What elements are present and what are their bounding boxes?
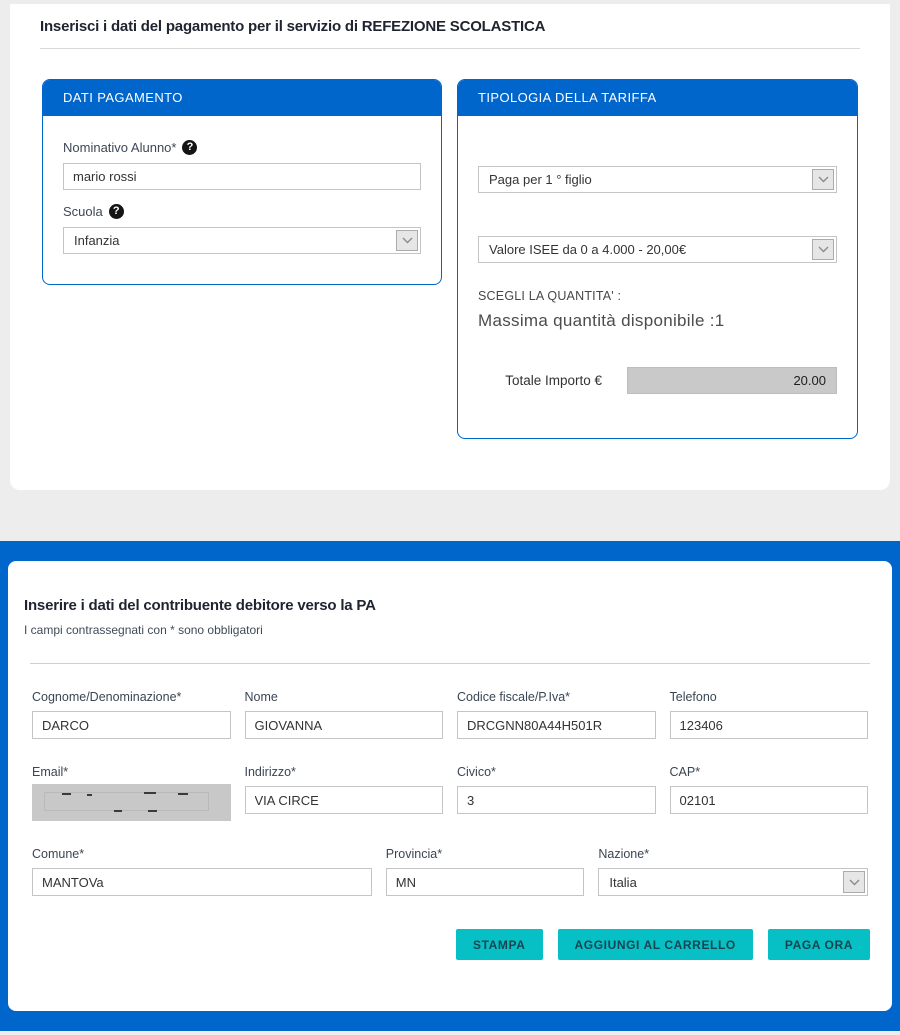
civic-field: Civico* [457,765,656,821]
comune-field: Comune* [32,847,372,896]
civic-input[interactable] [457,786,656,814]
payment-panel-body: Nominativo Alunno* ? Scuola ? Infanzia [43,116,441,284]
add-to-cart-button[interactable]: AGGIUNGI AL CARRELLO [558,929,753,960]
civic-label: Civico* [457,765,656,779]
school-label: Scuola [63,204,103,219]
phone-label: Telefono [670,690,869,704]
quantity-label: SCEGLI LA QUANTITA' : [478,289,837,303]
school-select-value: Infanzia [74,233,120,248]
phone-field: Telefono [670,690,869,739]
pay-now-button[interactable]: PAGA ORA [768,929,870,960]
name-label: Nome [245,690,444,704]
title-divider [40,48,860,49]
nazione-label: Nazione* [598,847,868,861]
surname-label: Cognome/Denominazione* [32,690,231,704]
provincia-label: Provincia* [386,847,585,861]
payment-card: Inserisci i dati del pagamento per il se… [10,4,890,490]
payment-panel-header: DATI PAGAMENTO [43,80,441,116]
comune-label: Comune* [32,847,372,861]
surname-field: Cognome/Denominazione* [32,690,231,739]
school-select[interactable]: Infanzia [63,227,421,254]
debtor-card: Inserire i dati del contribuente debitor… [8,561,892,1011]
email-field: Email* [32,765,231,821]
debtor-subtitle: I campi contrassegnati con * sono obblig… [24,623,876,637]
child-select[interactable]: Paga per 1 ° figlio [478,166,837,193]
total-label: Totale Importo € [505,373,602,388]
tariff-panel-header: TIPOLOGIA DELLA TARIFFA [458,80,857,116]
email-label: Email* [32,765,231,779]
address-input[interactable] [245,786,444,814]
tariff-panel: TIPOLOGIA DELLA TARIFFA Paga per 1 ° fig… [457,79,858,439]
school-label-row: Scuola ? [63,204,421,219]
surname-input[interactable] [32,711,231,739]
provincia-field: Provincia* [386,847,585,896]
debtor-section: Inserire i dati del contribuente debitor… [0,541,900,1031]
fiscal-code-field: Codice fiscale/P.Iva* [457,690,656,739]
provincia-input[interactable] [386,868,585,896]
page-title: Inserisci i dati del pagamento per il se… [40,18,860,35]
section-gap [0,490,900,541]
child-select-value: Paga per 1 ° figlio [489,172,592,187]
nazione-field: Nazione* Italia [598,847,868,896]
fiscal-code-label: Codice fiscale/P.Iva* [457,690,656,704]
actions-row: STAMPA AGGIUNGI AL CARRELLO PAGA ORA [24,929,876,960]
total-amount-field: 20.00 [627,367,837,394]
panels-row: DATI PAGAMENTO Nominativo Alunno* ? Scuo… [32,79,868,439]
student-name-label: Nominativo Alunno* [63,140,176,155]
comune-input[interactable] [32,868,372,896]
phone-input[interactable] [670,711,869,739]
form-row-2: Email* Indirizzo* Civico* CAP* [24,765,876,821]
nazione-select[interactable]: Italia [598,868,868,896]
cap-label: CAP* [670,765,869,779]
form-row-1: Cognome/Denominazione* Nome Codice fisca… [24,690,876,739]
cap-input[interactable] [670,786,869,814]
tariff-panel-body: Paga per 1 ° figlio Valore ISEE da 0 a 4… [458,116,857,438]
name-field: Nome [245,690,444,739]
form-row-3: Comune* Provincia* Nazione* Italia [24,847,876,896]
total-row: Totale Importo € 20.00 [478,367,837,394]
email-redacted-input[interactable] [32,784,231,821]
print-button[interactable]: STAMPA [456,929,543,960]
nazione-select-value: Italia [609,875,636,890]
chevron-down-icon [812,239,834,260]
debtor-divider [30,663,870,664]
fiscal-code-input[interactable] [457,711,656,739]
help-icon[interactable]: ? [182,140,197,155]
cap-field: CAP* [670,765,869,821]
payment-data-panel: DATI PAGAMENTO Nominativo Alunno* ? Scuo… [42,79,442,285]
debtor-title: Inserire i dati del contribuente debitor… [24,597,876,614]
address-label: Indirizzo* [245,765,444,779]
isee-select[interactable]: Valore ISEE da 0 a 4.000 - 20,00€ [478,236,837,263]
help-icon[interactable]: ? [109,204,124,219]
chevron-down-icon [843,871,865,893]
isee-select-value: Valore ISEE da 0 a 4.000 - 20,00€ [489,242,686,257]
name-input[interactable] [245,711,444,739]
top-section: Inserisci i dati del pagamento per il se… [0,0,900,490]
max-quantity-text: Massima quantità disponibile :1 [478,311,837,331]
chevron-down-icon [396,230,418,251]
chevron-down-icon [812,169,834,190]
student-name-label-row: Nominativo Alunno* ? [63,140,421,155]
student-name-input[interactable] [63,163,421,190]
address-field: Indirizzo* [245,765,444,821]
